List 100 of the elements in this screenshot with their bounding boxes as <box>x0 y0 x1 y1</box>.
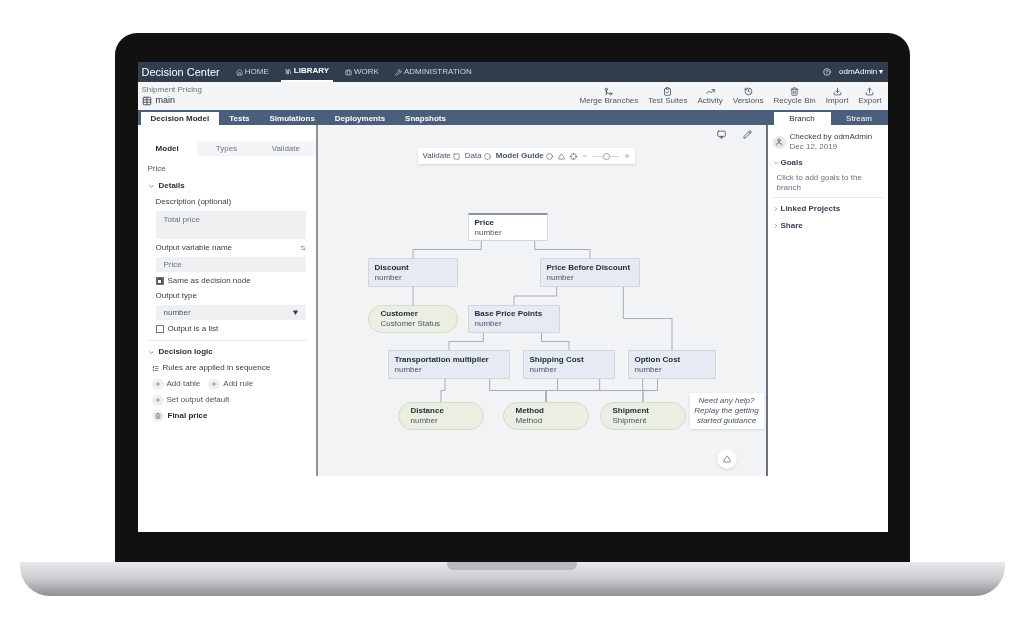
nav-tab[interactable]: HOME <box>231 62 273 82</box>
history-icon <box>743 86 753 96</box>
field-label: Output type <box>155 290 198 302</box>
plus-icon <box>151 394 164 406</box>
tab[interactable]: Branch <box>773 112 831 125</box>
connector <box>448 332 484 351</box>
connector <box>513 286 557 306</box>
chevron-icon[interactable] <box>772 206 779 212</box>
edit-icon[interactable] <box>742 130 752 139</box>
node-title: Shipping Cost <box>529 354 585 365</box>
checkbox[interactable] <box>155 277 164 285</box>
description-field[interactable]: Total price <box>155 211 306 239</box>
node-title: Base Price Points <box>474 309 544 319</box>
toolbar-button[interactable]: Merge Branches <box>577 86 641 106</box>
section-title[interactable]: Goals <box>780 157 803 169</box>
node-title: Distance <box>410 406 445 416</box>
toolbar-button[interactable]: Activity <box>695 86 725 106</box>
tab[interactable]: Model <box>137 141 197 156</box>
brand-logo[interactable]: Decision Center <box>141 63 220 81</box>
tab[interactable]: Simulations <box>259 112 325 125</box>
section-title[interactable]: Decision logic <box>158 346 213 358</box>
toolbar-button[interactable]: Import <box>823 86 851 106</box>
node-type: number <box>474 227 503 238</box>
node-title: Price <box>474 217 496 228</box>
toolbar-button[interactable]: Export <box>856 86 884 106</box>
zoom-out-icon[interactable] <box>581 153 588 159</box>
add-action[interactable]: Set output default <box>151 394 230 406</box>
nav-tab[interactable]: ADMINISTRATION <box>390 62 476 82</box>
trash-icon <box>790 86 800 96</box>
rule-name[interactable]: Final price <box>167 410 208 422</box>
branch-icon <box>141 95 152 106</box>
input-node[interactable]: Distance number <box>397 402 484 430</box>
settings-icon[interactable] <box>299 245 306 251</box>
center-icon[interactable] <box>569 152 577 160</box>
input-node[interactable]: Customer Customer Status <box>367 305 458 333</box>
toolbar-button[interactable]: Recycle Bin <box>771 86 818 106</box>
help-icon[interactable] <box>823 68 832 76</box>
field-label: Output variable name <box>155 242 232 254</box>
nav-tab[interactable]: WORK <box>341 62 383 82</box>
checkbox-label: Same as decision node <box>167 275 251 287</box>
input-node[interactable]: Shipment Shipment <box>599 402 686 430</box>
canvas-tool[interactable]: Model Guide <box>495 150 553 162</box>
help-tooltip: Need any help? Replay the getting started guidance <box>689 393 764 429</box>
add-action[interactable]: Add table <box>151 378 201 390</box>
decision-node[interactable]: Shipping Cost number <box>522 350 615 379</box>
guide-button[interactable] <box>716 449 737 469</box>
add-action[interactable]: Add rule <box>208 378 254 390</box>
connector <box>540 332 569 351</box>
section-title[interactable]: Details <box>158 180 185 192</box>
tab[interactable]: Snapshots <box>395 112 456 125</box>
toolbar-button[interactable]: Test Suites <box>646 86 690 106</box>
tab[interactable]: Deployments <box>324 112 396 125</box>
clipboard-icon <box>663 86 673 96</box>
breadcrumb[interactable]: Shipment Pricing <box>141 84 202 94</box>
connector <box>412 286 413 306</box>
node-name: Price <box>147 163 167 175</box>
checkbox[interactable] <box>155 325 164 333</box>
user-menu[interactable]: odmAdmin ▾ <box>839 66 884 78</box>
check-date: Dec 12, 2019 <box>789 142 839 152</box>
zoom-in-icon[interactable] <box>623 153 630 159</box>
node-title: Shipment <box>612 406 650 416</box>
node-title: Method <box>515 406 545 416</box>
tab[interactable]: Stream <box>830 112 888 125</box>
node-type: Method <box>515 416 544 426</box>
zoom-thumb[interactable] <box>602 152 610 160</box>
goals-hint[interactable]: Click to add goals to the branch <box>772 173 883 198</box>
decision-node[interactable]: Discount number <box>367 258 458 287</box>
trend-icon <box>705 86 715 96</box>
circle-icon <box>545 152 553 160</box>
wrench-icon <box>394 68 402 76</box>
toolbar-button[interactable]: Versions <box>730 86 766 106</box>
canvas-tool[interactable]: Data <box>464 150 491 162</box>
tab[interactable]: Decision Model <box>140 112 220 125</box>
node-type: number <box>410 416 439 426</box>
tab[interactable]: Tests <box>219 112 260 125</box>
node-type: number <box>474 319 503 329</box>
branch-name[interactable]: main <box>155 93 175 108</box>
decision-node[interactable]: Price number <box>467 213 548 241</box>
decision-node[interactable]: Price Before Discount number <box>539 258 640 287</box>
tab[interactable]: Validate <box>256 141 316 156</box>
display-icon[interactable] <box>715 130 727 139</box>
chevron-icon[interactable] <box>772 223 779 229</box>
download-icon <box>832 86 842 96</box>
section-title[interactable]: Linked Projects <box>780 203 841 215</box>
sequence-icon <box>151 364 159 372</box>
section-title[interactable]: Share <box>780 220 803 232</box>
chevron-icon[interactable] <box>147 182 155 190</box>
tab[interactable]: Types <box>196 141 257 156</box>
type-dropdown[interactable]: number <box>155 305 306 320</box>
output-name-field[interactable]: Price <box>155 257 306 272</box>
node-title: Transportation multiplier <box>394 354 490 365</box>
decision-node[interactable]: Option Cost number <box>627 350 716 379</box>
chevron-icon[interactable] <box>147 348 155 356</box>
decision-node[interactable]: Base Price Points number <box>467 305 560 333</box>
canvas-tool[interactable]: Validate <box>422 150 460 162</box>
home-icon <box>235 68 243 76</box>
connector <box>440 378 445 403</box>
decision-node[interactable]: Transportation multiplier number <box>387 350 510 379</box>
chevron-icon[interactable] <box>772 160 779 166</box>
input-node[interactable]: Method Method <box>502 402 589 430</box>
